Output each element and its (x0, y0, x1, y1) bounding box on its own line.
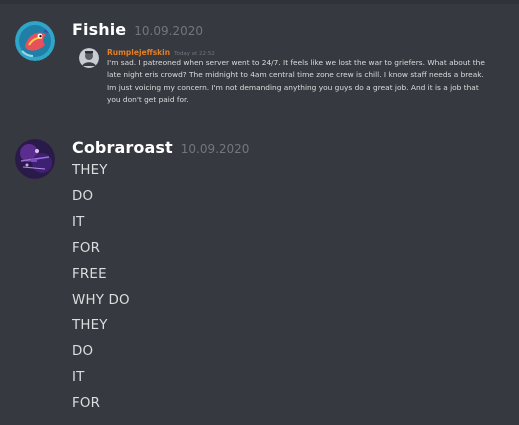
timestamp: 10.09.2020 (180, 142, 250, 156)
quoted-text: I'm sad. I patreoned when server went to… (107, 58, 485, 104)
quoted-avatar-icon[interactable] (79, 48, 99, 68)
username[interactable]: Cobraroast (72, 138, 173, 157)
fish-avatar-icon[interactable] (15, 21, 55, 61)
divider (0, 0, 519, 4)
message-line: THEY (72, 163, 108, 178)
message-lines: THEY DO IT FOR FREE WHY DO THEY DO IT FO… (72, 158, 130, 417)
message-header: Cobraroast 10.09.2020 (72, 138, 249, 157)
message-line: IT (72, 370, 85, 386)
message-line: DO (72, 188, 94, 204)
purple-avatar-icon[interactable] (15, 139, 55, 179)
message-line: FREE (72, 266, 107, 282)
quoted-author[interactable]: Rumplejeffskin (107, 48, 170, 57)
message-line: FOR (72, 240, 101, 256)
message-line: THEY (72, 318, 108, 334)
message-header: Fishie 10.09.2020 (72, 20, 203, 39)
timestamp: 10.09.2020 (134, 24, 203, 38)
message-line: FOR (72, 396, 101, 412)
username[interactable]: Fishie (72, 20, 126, 39)
message-line: WHY DO (72, 292, 130, 308)
message-line: DO (72, 344, 94, 360)
chat-messages: Fishie 10.09.2020 Rumplejeffskin Today at … (0, 0, 519, 425)
message-line: IT (72, 214, 85, 230)
